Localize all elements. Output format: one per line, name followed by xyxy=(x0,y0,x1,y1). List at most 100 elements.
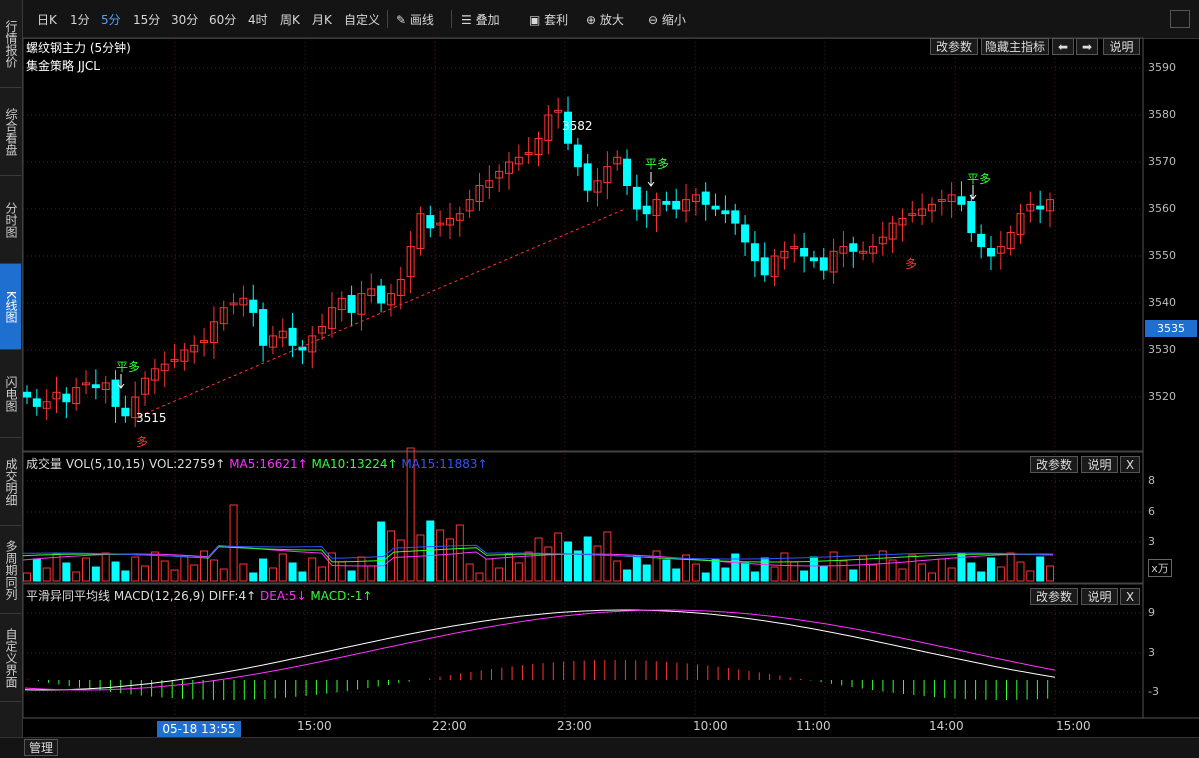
candle-body xyxy=(23,391,31,398)
candle-body xyxy=(91,384,100,389)
volume-bar xyxy=(790,561,799,582)
volume-bar xyxy=(42,567,51,582)
time-tick: 10:00 xyxy=(693,719,728,733)
volume-bar xyxy=(652,550,661,582)
trend-line xyxy=(139,208,626,417)
volume-bar xyxy=(583,536,592,582)
candle-body xyxy=(377,285,386,304)
candle-body xyxy=(721,210,730,215)
volume-bar xyxy=(239,563,248,582)
price-tick: 3580 xyxy=(1148,108,1176,121)
instrument-title: 螺纹钢主力 (5分钟) xyxy=(26,41,131,55)
volume-bar xyxy=(357,556,366,582)
macd-dea: DEA:5↓ xyxy=(260,589,307,603)
volume-tick: 6 xyxy=(1148,505,1155,518)
volume-tick: 3 xyxy=(1148,535,1155,548)
volume-bar xyxy=(977,571,986,582)
arrow-right-icon[interactable]: ➡ xyxy=(1076,38,1098,55)
manage-button[interactable]: 管理 xyxy=(24,739,58,756)
volume-bar xyxy=(937,558,946,582)
arrow-left-icon[interactable]: ⬅ xyxy=(1052,38,1074,55)
macd-legend: 平滑异同平均线 MACD(12,26,9) DIFF:4↑ DEA:5↓ MAC… xyxy=(26,587,372,604)
volume-bar xyxy=(259,558,268,582)
volume-bar xyxy=(967,562,976,582)
volume-bar xyxy=(180,555,189,582)
hide-main-indicator-button[interactable]: 隐藏主指标 xyxy=(981,38,1049,55)
volume-bar xyxy=(849,569,858,582)
candle-body xyxy=(750,243,759,262)
arrow-down-icon xyxy=(969,185,977,200)
time-tick: 15:00 xyxy=(297,719,332,733)
main-help-button[interactable]: 说明 xyxy=(1103,38,1140,55)
macd-diff-line xyxy=(24,609,1056,691)
volume-ma10: MA10:13224↑ xyxy=(311,457,398,471)
volume-bar xyxy=(121,570,130,582)
macd-close-button[interactable]: X xyxy=(1120,588,1140,605)
main-params-button[interactable]: 改参数 xyxy=(930,38,978,55)
volume-bar xyxy=(770,566,779,582)
volume-bar xyxy=(691,563,700,582)
volume-bar xyxy=(416,534,425,582)
volume-bar xyxy=(278,553,287,582)
candle-body xyxy=(573,144,582,168)
volume-bar xyxy=(337,561,346,582)
macd-tick: -3 xyxy=(1148,685,1159,698)
candle-body xyxy=(121,407,130,417)
volume-params-button[interactable]: 改参数 xyxy=(1030,456,1078,473)
candle-body xyxy=(819,257,828,271)
volume-ma5-line xyxy=(22,544,1054,567)
volume-bar xyxy=(32,558,41,582)
volume-bar xyxy=(318,566,327,582)
volume-bar xyxy=(504,553,513,582)
volume-bar xyxy=(986,557,995,582)
volume-bar xyxy=(514,562,523,582)
volume-bar xyxy=(534,537,543,582)
macd-help-button[interactable]: 说明 xyxy=(1081,588,1118,605)
candle-body xyxy=(259,309,268,346)
volume-title: 成交量 VOL(5,10,15) xyxy=(26,457,146,471)
time-tick: 23:00 xyxy=(557,719,592,733)
candle-body xyxy=(623,158,632,186)
candle-body xyxy=(642,205,651,215)
price-tick: 3520 xyxy=(1148,390,1176,403)
volume-legend: 成交量 VOL(5,10,15) VOL:22759↑ MA5:16621↑ M… xyxy=(26,455,488,472)
volume-help-button[interactable]: 说明 xyxy=(1081,456,1118,473)
volume-bar xyxy=(160,560,169,582)
candle-body xyxy=(701,191,710,205)
volume-bar xyxy=(642,564,651,582)
candle-body xyxy=(741,224,750,243)
candle-body xyxy=(249,299,258,313)
candle-body xyxy=(288,327,297,346)
candle-body xyxy=(957,196,966,205)
candle-body xyxy=(711,205,720,210)
macd-diff: DIFF:4↑ xyxy=(208,589,257,603)
volume-bar xyxy=(603,531,612,582)
strategy-label: 集金策略 JJCL xyxy=(26,59,100,73)
candle-body xyxy=(849,243,858,252)
price-tick: 3550 xyxy=(1148,249,1176,262)
volume-bar xyxy=(327,552,336,582)
volume-bar xyxy=(564,541,573,582)
volume-ma15: MA15:11883↑ xyxy=(401,457,488,471)
candle-body xyxy=(672,200,681,210)
volume-bar xyxy=(288,562,297,582)
macd-params-button[interactable]: 改参数 xyxy=(1030,588,1078,605)
time-cursor-label: 05-18 13:55 xyxy=(157,721,241,738)
volume-close-button[interactable]: X xyxy=(1120,456,1140,473)
volume-bar xyxy=(396,539,405,582)
volume-bar xyxy=(573,550,582,582)
volume-bar xyxy=(485,558,494,582)
time-tick: 22:00 xyxy=(432,719,467,733)
volume-bar xyxy=(741,562,750,582)
time-tick: 11:00 xyxy=(796,719,831,733)
volume-bar xyxy=(1026,570,1035,582)
volume-unit: x万 xyxy=(1148,559,1172,577)
volume-bar xyxy=(839,560,848,582)
long-signal: 多 xyxy=(136,435,149,449)
volume-bar xyxy=(898,568,907,582)
volume-bar xyxy=(426,520,435,582)
volume-bar xyxy=(72,571,81,582)
volume-bar xyxy=(23,572,31,582)
volume-bar xyxy=(475,572,484,582)
candle-body xyxy=(809,257,818,262)
